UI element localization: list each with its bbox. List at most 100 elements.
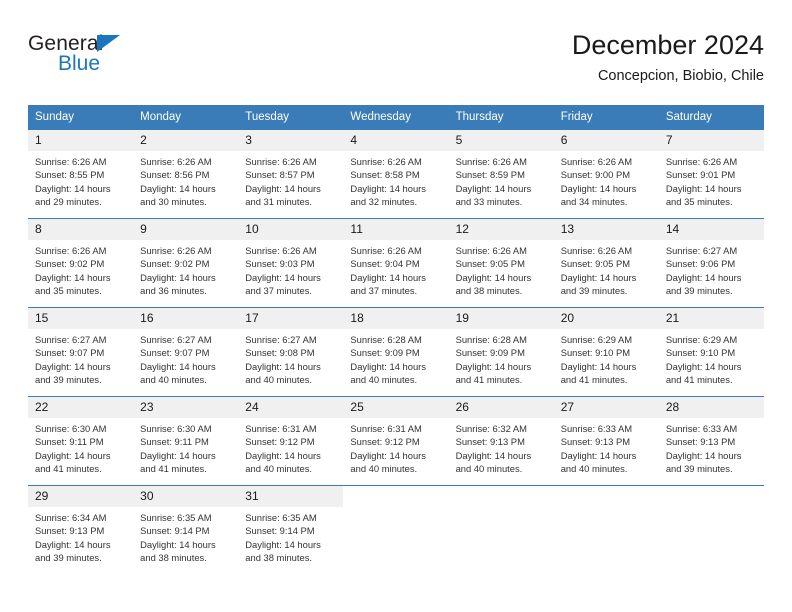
sunset-text: Sunset: 9:07 PM	[140, 347, 210, 359]
day-info: Sunrise: 6:27 AM Sunset: 9:06 PM Daylight:…	[659, 240, 764, 297]
daylight-text-line1: Daylight: 14 hours	[665, 182, 742, 194]
day-info: Sunrise: 6:26 AM Sunset: 9:03 PM Daylight:…	[238, 240, 343, 297]
logo-text-blue: Blue	[58, 52, 101, 75]
calendar-day-cell[interactable]: 24 Sunrise: 6:31 AM Sunset: 9:12 PM Dayligh…	[238, 397, 344, 486]
daylight-text-line2: and 35 minutes.	[35, 284, 102, 296]
calendar-day-cell[interactable]: 13 Sunrise: 6:26 AM Sunset: 9:05 PM Dayligh…	[553, 219, 659, 308]
calendar-day-cell[interactable]: 16 Sunrise: 6:27 AM Sunset: 9:07 PM Dayligh…	[133, 308, 239, 397]
sunset-text: Sunset: 9:05 PM	[455, 258, 525, 270]
day-info: Sunrise: 6:26 AM Sunset: 9:02 PM Daylight:…	[28, 240, 133, 297]
calendar-week-row: 1 Sunrise: 6:26 AM Sunset: 8:55 PM Daylight…	[28, 129, 764, 219]
sunrise-text: Sunrise: 6:32 AM	[455, 423, 527, 434]
calendar-empty-cell	[343, 486, 449, 575]
general-blue-logo[interactable]: General Blue	[28, 32, 208, 84]
sunrise-text: Sunrise: 6:26 AM	[455, 156, 527, 167]
day-info: Sunrise: 6:26 AM Sunset: 8:57 PM Daylight:…	[238, 151, 343, 208]
daylight-text-line2: and 40 minutes.	[245, 462, 312, 474]
calendar-day-cell[interactable]: 17 Sunrise: 6:27 AM Sunset: 9:08 PM Dayligh…	[238, 308, 344, 397]
calendar-empty-cell	[448, 486, 554, 575]
daylight-text-line2: and 41 minutes.	[665, 373, 733, 385]
calendar-day-cell[interactable]: 22 Sunrise: 6:30 AM Sunset: 9:11 PM Dayligh…	[28, 397, 134, 486]
calendar-day-cell[interactable]: 4 Sunrise: 6:26 AM Sunset: 8:58 PM Daylight…	[343, 130, 449, 219]
sunrise-text: Sunrise: 6:26 AM	[35, 245, 107, 256]
sunrise-text: Sunrise: 6:26 AM	[455, 245, 527, 256]
daylight-text-line2: and 31 minutes.	[245, 195, 312, 207]
daylight-text-line2: and 37 minutes.	[350, 284, 418, 296]
day-number: 9	[133, 219, 239, 240]
daylight-text-line2: and 40 minutes.	[140, 373, 207, 385]
sunrise-text: Sunrise: 6:28 AM	[455, 334, 527, 345]
calendar-day-cell[interactable]: 10 Sunrise: 6:26 AM Sunset: 9:03 PM Dayligh…	[238, 219, 344, 308]
day-info: Sunrise: 6:26 AM Sunset: 9:02 PM Daylight:…	[133, 240, 238, 297]
calendar-day-cell[interactable]: 30 Sunrise: 6:35 AM Sunset: 9:14 PM Dayligh…	[133, 486, 239, 575]
daylight-text-line2: and 41 minutes.	[560, 373, 628, 385]
calendar-day-cell[interactable]: 20 Sunrise: 6:29 AM Sunset: 9:10 PM Dayligh…	[553, 308, 659, 397]
sunset-text: Sunset: 9:09 PM	[455, 347, 525, 359]
calendar-day-cell[interactable]: 23 Sunrise: 6:30 AM Sunset: 9:11 PM Dayligh…	[133, 397, 239, 486]
calendar-day-cell[interactable]: 7 Sunrise: 6:26 AM Sunset: 9:01 PM Daylight…	[658, 130, 764, 219]
sunset-text: Sunset: 9:13 PM	[560, 436, 631, 448]
daylight-text-line1: Daylight: 14 hours	[560, 449, 637, 461]
sunset-text: Sunset: 9:12 PM	[350, 436, 420, 448]
day-info: Sunrise: 6:35 AM Sunset: 9:14 PM Daylight:…	[133, 507, 238, 564]
daylight-text-line2: and 34 minutes.	[560, 195, 628, 207]
daylight-text-line2: and 40 minutes.	[350, 373, 418, 385]
sunset-text: Sunset: 9:10 PM	[560, 347, 631, 359]
daylight-text-line1: Daylight: 14 hours	[140, 360, 216, 372]
calendar-week-row: 15 Sunrise: 6:27 AM Sunset: 9:07 PM Dayligh…	[28, 307, 764, 397]
daylight-text-line1: Daylight: 14 hours	[245, 538, 321, 550]
calendar-day-cell[interactable]: 25 Sunrise: 6:31 AM Sunset: 9:12 PM Dayligh…	[343, 397, 449, 486]
daylight-text-line1: Daylight: 14 hours	[245, 449, 321, 461]
calendar-day-cell[interactable]: 1 Sunrise: 6:26 AM Sunset: 8:55 PM Daylight…	[28, 130, 134, 219]
daylight-text-line2: and 32 minutes.	[350, 195, 418, 207]
daylight-text-line2: and 40 minutes.	[560, 462, 628, 474]
daylight-text-line1: Daylight: 14 hours	[665, 271, 742, 283]
day-info: Sunrise: 6:33 AM Sunset: 9:13 PM Daylight:…	[659, 418, 764, 475]
daylight-text-line2: and 30 minutes.	[140, 195, 207, 207]
day-number: 17	[238, 308, 344, 329]
day-number: 22	[28, 397, 134, 418]
calendar-week-row: 8 Sunrise: 6:26 AM Sunset: 9:02 PM Daylight…	[28, 218, 764, 308]
daylight-text-line2: and 39 minutes.	[560, 284, 628, 296]
day-info: Sunrise: 6:30 AM Sunset: 9:11 PM Daylight:…	[28, 418, 133, 475]
sunrise-text: Sunrise: 6:30 AM	[140, 423, 212, 434]
calendar-day-cell[interactable]: 31 Sunrise: 6:35 AM Sunset: 9:14 PM Dayligh…	[238, 486, 344, 575]
calendar-day-cell[interactable]: 15 Sunrise: 6:27 AM Sunset: 9:07 PM Dayligh…	[28, 308, 134, 397]
calendar-day-cell[interactable]: 29 Sunrise: 6:34 AM Sunset: 9:13 PM Dayligh…	[28, 486, 134, 575]
calendar-day-cell[interactable]: 6 Sunrise: 6:26 AM Sunset: 9:00 PM Daylight…	[553, 130, 659, 219]
calendar-day-cell[interactable]: 18 Sunrise: 6:28 AM Sunset: 9:09 PM Dayligh…	[343, 308, 449, 397]
day-info: Sunrise: 6:28 AM Sunset: 9:09 PM Daylight:…	[343, 329, 448, 386]
day-info: Sunrise: 6:29 AM Sunset: 9:10 PM Daylight:…	[554, 329, 659, 386]
day-number: 15	[28, 308, 134, 329]
sunrise-text: Sunrise: 6:33 AM	[560, 423, 633, 434]
day-number: 7	[658, 130, 764, 151]
sunset-text: Sunset: 9:14 PM	[140, 525, 210, 537]
sunset-text: Sunset: 8:55 PM	[35, 169, 105, 181]
calendar-day-cell[interactable]: 19 Sunrise: 6:28 AM Sunset: 9:09 PM Dayligh…	[448, 308, 554, 397]
daylight-text-line1: Daylight: 14 hours	[245, 360, 321, 372]
calendar-day-cell[interactable]: 26 Sunrise: 6:32 AM Sunset: 9:13 PM Dayligh…	[448, 397, 554, 486]
sunset-text: Sunset: 8:56 PM	[140, 169, 210, 181]
day-number: 3	[238, 130, 344, 151]
calendar-day-cell[interactable]: 11 Sunrise: 6:26 AM Sunset: 9:04 PM Dayligh…	[343, 219, 449, 308]
sunset-text: Sunset: 9:05 PM	[560, 258, 631, 270]
daylight-text-line2: and 41 minutes.	[455, 373, 523, 385]
day-number: 14	[658, 219, 764, 240]
calendar-day-cell[interactable]: 8 Sunrise: 6:26 AM Sunset: 9:02 PM Daylight…	[28, 219, 134, 308]
daylight-text-line2: and 38 minutes.	[455, 284, 523, 296]
calendar-day-cell[interactable]: 14 Sunrise: 6:27 AM Sunset: 9:06 PM Dayligh…	[658, 219, 764, 308]
calendar-day-cell[interactable]: 27 Sunrise: 6:33 AM Sunset: 9:13 PM Dayligh…	[553, 397, 659, 486]
calendar-day-cell[interactable]: 2 Sunrise: 6:26 AM Sunset: 8:56 PM Daylight…	[133, 130, 239, 219]
daylight-text-line1: Daylight: 14 hours	[665, 360, 742, 372]
sunrise-text: Sunrise: 6:31 AM	[245, 423, 317, 434]
calendar-day-cell[interactable]: 12 Sunrise: 6:26 AM Sunset: 9:05 PM Dayligh…	[448, 219, 554, 308]
calendar-day-cell[interactable]: 28 Sunrise: 6:33 AM Sunset: 9:13 PM Dayligh…	[658, 397, 764, 486]
calendar-day-cell[interactable]: 21 Sunrise: 6:29 AM Sunset: 9:10 PM Dayligh…	[658, 308, 764, 397]
calendar-day-cell[interactable]: 3 Sunrise: 6:26 AM Sunset: 8:57 PM Daylight…	[238, 130, 344, 219]
day-number: 8	[28, 219, 134, 240]
calendar-day-cell[interactable]: 9 Sunrise: 6:26 AM Sunset: 9:02 PM Daylight…	[133, 219, 239, 308]
calendar-day-cell[interactable]: 5 Sunrise: 6:26 AM Sunset: 8:59 PM Daylight…	[448, 130, 554, 219]
calendar-week-row: 29 Sunrise: 6:34 AM Sunset: 9:13 PM Dayligh…	[28, 485, 764, 575]
title-block: December 2024 Concepcion, Biobio, Chile	[572, 28, 764, 86]
day-number: 2	[133, 130, 239, 151]
